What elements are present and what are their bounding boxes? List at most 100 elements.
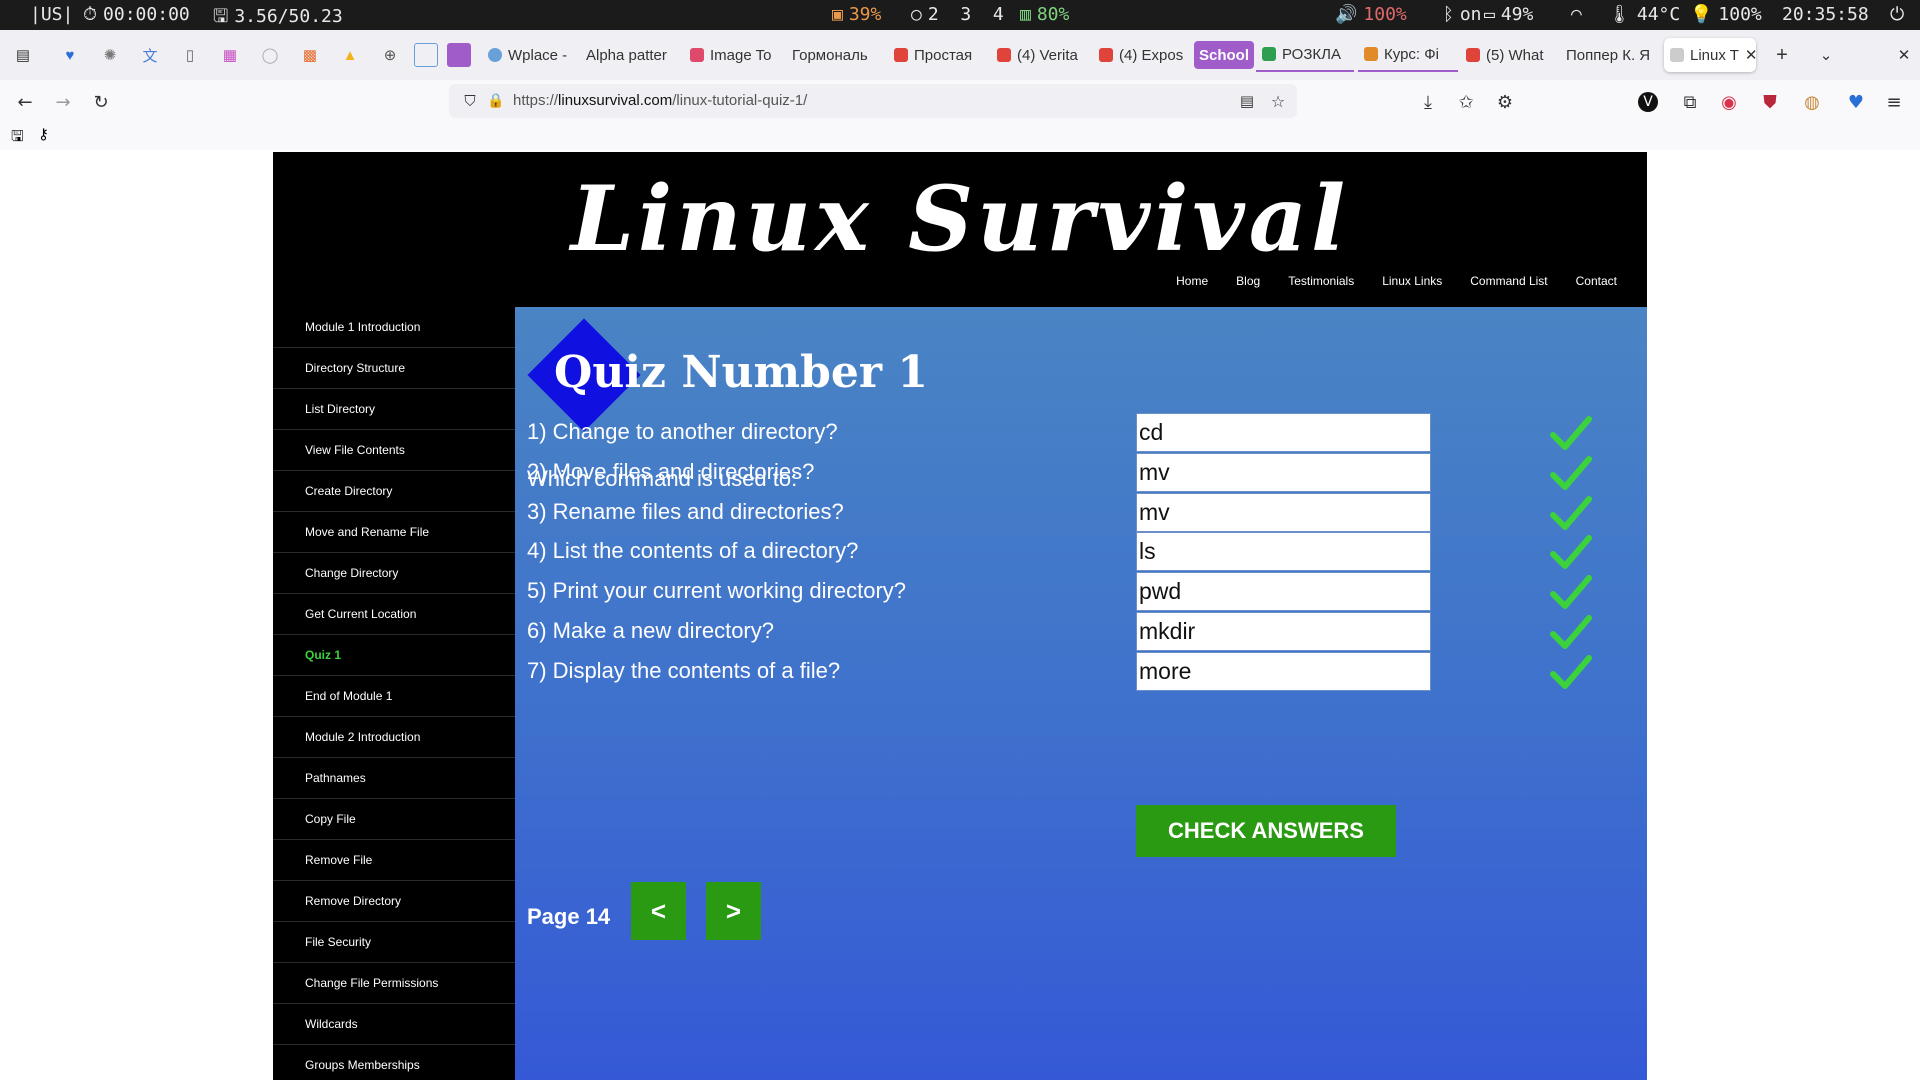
sidebar-item-end-of-module-1[interactable]: End of Module 1	[273, 676, 515, 717]
sidebar-item-copy-file[interactable]: Copy File	[273, 799, 515, 840]
sidebar-item-pathnames[interactable]: Pathnames	[273, 758, 515, 799]
sidebar-item-move-and-rename-file[interactable]: Move and Rename File	[273, 512, 515, 553]
tab-image-to[interactable]: Image To	[684, 38, 776, 72]
pinned-tab-globe-icon[interactable]: ⊕	[378, 43, 402, 67]
workspace-2[interactable]: 2	[928, 4, 939, 25]
tab-veritasium[interactable]: (4) Verita	[991, 38, 1086, 72]
pinned-tab-translate-icon[interactable]: 文	[138, 43, 162, 67]
tab-rozklad[interactable]: РОЗКЛА	[1256, 38, 1354, 72]
nav-blog[interactable]: Blog	[1236, 274, 1260, 288]
tab-list-icon[interactable]: ▤	[11, 43, 35, 67]
brightness[interactable]: 💡 100%	[1690, 4, 1762, 25]
extension-heart-icon[interactable]: ♥	[1843, 89, 1869, 115]
answer-input[interactable]	[1136, 532, 1431, 571]
pinned-tab-chatgpt-icon[interactable]: ✺	[98, 43, 122, 67]
sidebar-item-view-file-contents[interactable]: View File Contents	[273, 430, 515, 471]
tab-simple[interactable]: Простая	[888, 38, 982, 72]
thermometer-icon: 🌡	[1608, 4, 1631, 25]
sidebar-item-module-2-introduction[interactable]: Module 2 Introduction	[273, 717, 515, 758]
address-bar[interactable]: ⛉ 🔒 https://linuxsurvival.com/linux-tuto…	[449, 84, 1297, 118]
wifi[interactable]: ◠	[1571, 4, 1588, 25]
tab-exposed[interactable]: (4) Expos	[1093, 38, 1188, 72]
pinned-tab-v-icon[interactable]: ♥	[58, 43, 82, 67]
url-text[interactable]: https://linuxsurvival.com/linux-tutorial…	[513, 92, 807, 109]
pinned-tab-image-icon[interactable]: ▩	[298, 43, 322, 67]
workspace-switcher[interactable]: ○ 2 3 4	[911, 4, 1004, 25]
extension-avatar-icon[interactable]: ◍	[1799, 89, 1825, 115]
reader-view-icon[interactable]: ▤	[1234, 88, 1260, 114]
sidebar-item-module-1-introduction[interactable]: Module 1 Introduction	[273, 307, 515, 348]
sidebar-item-quiz-1[interactable]: Quiz 1	[273, 635, 515, 676]
answer-input[interactable]	[1136, 453, 1431, 492]
sidebar-item-remove-file[interactable]: Remove File	[273, 840, 515, 881]
sidebar-item-create-directory[interactable]: Create Directory	[273, 471, 515, 512]
pinned-tab-purple-icon[interactable]	[447, 43, 471, 67]
volume[interactable]: 🔊 100%	[1335, 4, 1407, 25]
tab-wplace[interactable]: Wplace -	[482, 38, 572, 72]
bookmark-star-icon[interactable]: ☆	[1265, 88, 1291, 114]
extension-record-icon[interactable]: ◉	[1716, 89, 1742, 115]
site-header: Linux Survival Home Blog Testimonials Li…	[273, 152, 1647, 307]
extensions-puzzle-icon[interactable]: ⧉	[1677, 89, 1703, 115]
pinned-tab-reader-icon[interactable]: ▯	[178, 43, 202, 67]
answer-input[interactable]	[1136, 413, 1431, 452]
sidebar-item-remove-directory[interactable]: Remove Directory	[273, 881, 515, 922]
nav-contact[interactable]: Contact	[1576, 274, 1617, 288]
close-window-icon[interactable]: ✕	[1892, 43, 1916, 67]
tab-overflow-chevron-down-icon[interactable]: ⌄	[1814, 43, 1838, 67]
pinned-tab-outlined-icon[interactable]	[414, 43, 438, 67]
nav-command-list[interactable]: Command List	[1470, 274, 1547, 288]
tab-what[interactable]: (5) What	[1460, 38, 1558, 72]
nav-testimonials[interactable]: Testimonials	[1288, 274, 1354, 288]
next-page-button[interactable]: >	[706, 882, 761, 940]
sidebar-item-file-security[interactable]: File Security	[273, 922, 515, 963]
bookmark-key-icon[interactable]: ⚷	[38, 125, 49, 143]
new-tab-icon[interactable]: +	[1770, 43, 1794, 67]
pinned-tab-blank-icon[interactable]: ◯	[258, 43, 282, 67]
question-text: 5) Print your current working directory?	[527, 578, 907, 603]
sidebar-item-directory-structure[interactable]: Directory Structure	[273, 348, 515, 389]
tab-popper[interactable]: Поппер К. Я	[1560, 38, 1660, 72]
settings-gear-icon[interactable]: ⚙	[1492, 89, 1518, 115]
tab-group-school[interactable]: School	[1194, 41, 1255, 69]
tab-alpha-pattern[interactable]: Alpha patter	[580, 38, 672, 72]
sidebar-item-groups-memberships[interactable]: Groups Memberships	[273, 1045, 515, 1080]
nav-home[interactable]: Home	[1176, 274, 1208, 288]
extension-v-icon[interactable]: V	[1638, 92, 1658, 112]
back-arrow-icon[interactable]: ←	[12, 89, 38, 115]
tab-label: Простая	[914, 46, 973, 64]
close-tab-icon[interactable]: ✕	[1745, 46, 1756, 64]
bookmarks-star-icon[interactable]: ✩	[1453, 89, 1479, 115]
tab-course[interactable]: Курс: Фі	[1358, 38, 1458, 72]
shield-icon[interactable]: ⛉	[457, 88, 483, 114]
check-answers-button[interactable]: CHECK ANSWERS	[1136, 805, 1396, 857]
reload-icon[interactable]: ↻	[88, 89, 114, 115]
bookmark-save-icon[interactable]: 🖫	[11, 126, 24, 151]
prev-page-button[interactable]: <	[631, 882, 686, 940]
answer-input[interactable]	[1136, 612, 1431, 651]
correct-check-icon	[1550, 456, 1592, 490]
answer-input[interactable]	[1136, 493, 1431, 532]
bluetooth[interactable]: ᛒ on	[1443, 4, 1482, 25]
pinned-tab-drive-icon[interactable]: ▲	[338, 43, 362, 67]
nav-linux-links[interactable]: Linux Links	[1382, 274, 1442, 288]
workspace-circle-icon: ○	[911, 4, 922, 25]
sidebar-item-change-file-permissions[interactable]: Change File Permissions	[273, 963, 515, 1004]
lock-icon[interactable]: 🔒	[483, 88, 509, 114]
pinned-tab-trello-icon[interactable]: ▦	[218, 43, 242, 67]
answer-input[interactable]	[1136, 572, 1431, 611]
sidebar-item-list-directory[interactable]: List Directory	[273, 389, 515, 430]
menu-hamburger-icon[interactable]: ≡	[1881, 89, 1907, 115]
tab-linux-tutorial[interactable]: Linux T ✕	[1664, 38, 1756, 72]
answer-input[interactable]	[1136, 652, 1431, 691]
workspace-3[interactable]: 3	[960, 4, 971, 25]
sidebar-item-wildcards[interactable]: Wildcards	[273, 1004, 515, 1045]
sidebar-item-change-directory[interactable]: Change Directory	[273, 553, 515, 594]
forward-arrow-icon[interactable]: →	[50, 89, 76, 115]
tab-hormonal[interactable]: Гормональ	[786, 38, 878, 72]
ublock-shield-icon[interactable]: ⛊	[1757, 89, 1783, 115]
sidebar-item-get-current-location[interactable]: Get Current Location	[273, 594, 515, 635]
download-icon[interactable]: ⤓	[1415, 89, 1441, 115]
workspace-4[interactable]: 4	[993, 4, 1004, 25]
power-icon[interactable]: ⏻	[1890, 4, 1904, 25]
